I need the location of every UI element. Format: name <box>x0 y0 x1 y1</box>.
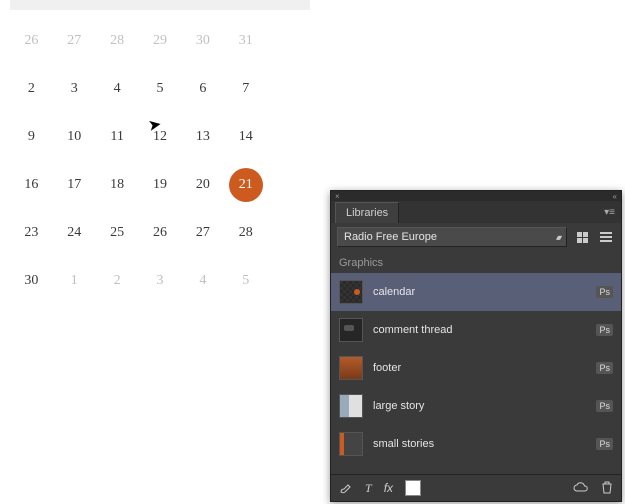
fx-icon[interactable]: fx <box>384 481 393 495</box>
asset-name-label: large story <box>373 400 586 412</box>
asset-name-label: footer <box>373 362 586 374</box>
calendar-day-cell[interactable]: 20 <box>181 168 224 202</box>
panel-footer: T fx <box>331 474 621 501</box>
calendar-header-bar <box>10 0 310 10</box>
asset-filetype-badge: Ps <box>596 438 613 450</box>
panel-tabstrip: Libraries ▾≡ <box>331 201 621 223</box>
calendar-day-cell[interactable]: 18 <box>96 168 139 202</box>
grid-view-button[interactable] <box>573 228 591 246</box>
tab-label: Libraries <box>346 207 388 219</box>
selected-day-marker: 21 <box>229 168 263 202</box>
calendar-day-cell <box>267 120 310 154</box>
calendar-day-cell[interactable]: 1 <box>53 264 96 298</box>
calendar-day-cell[interactable]: 27 <box>53 24 96 58</box>
calendar-day-cell[interactable]: 28 <box>96 24 139 58</box>
brush-icon[interactable] <box>339 480 353 497</box>
calendar-grid: 2627282930312345679101112131416171819202… <box>10 10 310 312</box>
panel-flyout-menu-icon[interactable]: ▾≡ <box>604 207 621 218</box>
dropdown-value: Radio Free Europe <box>344 231 437 243</box>
calendar-day-cell[interactable]: 7 <box>224 72 267 106</box>
calendar-day-cell[interactable]: 28 <box>224 216 267 250</box>
asset-filetype-badge: Ps <box>596 362 613 374</box>
asset-thumbnail <box>339 432 363 456</box>
asset-thumbnail <box>339 394 363 418</box>
calendar-day-cell[interactable]: 6 <box>181 72 224 106</box>
calendar-day-cell[interactable]: 3 <box>53 72 96 106</box>
asset-row[interactable]: footer Ps <box>331 349 621 387</box>
cloud-icon[interactable] <box>573 481 589 496</box>
calendar-day-cell <box>267 168 310 202</box>
asset-thumbnail <box>339 318 363 342</box>
calendar-day-cell[interactable]: 24 <box>53 216 96 250</box>
asset-row[interactable]: comment thread Ps <box>331 311 621 349</box>
tab-libraries[interactable]: Libraries <box>335 202 399 223</box>
calendar-day-cell[interactable]: 2 <box>96 264 139 298</box>
calendar-day-cell[interactable]: 12 <box>139 120 182 154</box>
calendar-day-cell[interactable]: 11 <box>96 120 139 154</box>
asset-filetype-badge: Ps <box>596 400 613 412</box>
trash-icon[interactable] <box>601 480 613 497</box>
foreground-swatch[interactable] <box>405 480 421 496</box>
asset-list: calendarPscomment threadPsfooterPslarge … <box>331 273 621 474</box>
asset-thumbnail <box>339 356 363 380</box>
calendar-day-cell[interactable]: 23 <box>10 216 53 250</box>
calendar-day-cell[interactable]: 29 <box>139 24 182 58</box>
calendar-day-cell[interactable]: 26 <box>139 216 182 250</box>
asset-row[interactable]: calendar Ps <box>331 273 621 311</box>
asset-filetype-badge: Ps <box>596 324 613 336</box>
calendar-day-cell[interactable]: 31 <box>224 24 267 58</box>
calendar-day-cell[interactable]: 19 <box>139 168 182 202</box>
calendar-day-cell[interactable]: 27 <box>181 216 224 250</box>
list-view-button[interactable] <box>597 228 615 246</box>
calendar-day-cell[interactable]: 5 <box>224 264 267 298</box>
section-header-graphics: Graphics <box>331 251 621 273</box>
libraries-panel: × « Libraries ▾≡ Radio Free Europe ▴▾ Gr… <box>330 190 622 502</box>
updown-icon: ▴▾ <box>556 233 560 242</box>
list-icon <box>600 232 612 242</box>
calendar-day-cell[interactable]: 13 <box>181 120 224 154</box>
section-label: Graphics <box>339 257 383 269</box>
calendar-day-cell[interactable]: 26 <box>10 24 53 58</box>
close-icon[interactable]: × <box>335 192 340 201</box>
calendar-day-cell[interactable]: 4 <box>181 264 224 298</box>
calendar-day-cell[interactable]: 30 <box>181 24 224 58</box>
asset-name-label: small stories <box>373 438 586 450</box>
asset-thumbnail <box>339 280 363 304</box>
calendar-day-cell[interactable]: 14 <box>224 120 267 154</box>
asset-row[interactable]: small stories Ps <box>331 425 621 463</box>
calendar-day-cell[interactable]: 5 <box>139 72 182 106</box>
calendar-day-cell[interactable]: 16 <box>10 168 53 202</box>
asset-row[interactable]: large story Ps <box>331 387 621 425</box>
panel-top-bar: × « <box>331 191 621 201</box>
calendar-day-cell[interactable]: 21 <box>224 168 267 202</box>
asset-name-label: calendar <box>373 286 586 298</box>
asset-name-label: comment thread <box>373 324 586 336</box>
asset-filetype-badge: Ps <box>596 286 613 298</box>
grid-icon <box>577 232 588 243</box>
collapse-icon[interactable]: « <box>613 192 617 201</box>
calendar-day-cell[interactable]: 30 <box>10 264 53 298</box>
calendar-widget: 2627282930312345679101112131416171819202… <box>10 0 310 312</box>
calendar-day-cell <box>267 216 310 250</box>
calendar-day-cell <box>267 264 310 298</box>
calendar-day-cell <box>267 72 310 106</box>
calendar-day-cell[interactable]: 2 <box>10 72 53 106</box>
library-select-dropdown[interactable]: Radio Free Europe ▴▾ <box>337 227 567 247</box>
calendar-day-cell[interactable]: 3 <box>139 264 182 298</box>
text-style-icon[interactable]: T <box>365 481 372 496</box>
calendar-day-cell <box>267 24 310 58</box>
calendar-day-cell[interactable]: 9 <box>10 120 53 154</box>
panel-toolbar: Radio Free Europe ▴▾ <box>331 223 621 251</box>
calendar-day-cell[interactable]: 17 <box>53 168 96 202</box>
calendar-day-cell[interactable]: 25 <box>96 216 139 250</box>
calendar-day-cell[interactable]: 4 <box>96 72 139 106</box>
calendar-day-cell[interactable]: 10 <box>53 120 96 154</box>
